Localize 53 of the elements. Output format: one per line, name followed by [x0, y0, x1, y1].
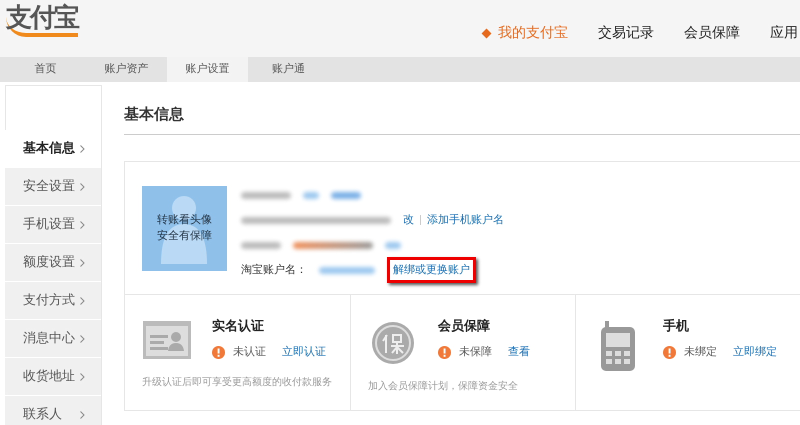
link[interactable]: 立即认证 [282, 344, 326, 360]
field-label: 淘宝账户名： [241, 262, 307, 278]
status-text: 未保障 [459, 344, 492, 360]
link[interactable]: 改 [403, 212, 414, 228]
subnav-tab[interactable]: 账户通 [248, 57, 329, 82]
mobile-phone-icon [601, 320, 635, 370]
chevron-icon [80, 334, 85, 342]
link[interactable]: 查看 [508, 344, 530, 360]
redacted-text [331, 192, 361, 198]
sidebar-item[interactable]: 联系人 [5, 396, 101, 425]
redacted-text [385, 242, 401, 248]
seal-icon [371, 320, 415, 364]
warning-icon [212, 346, 225, 359]
chevron-icon [80, 372, 85, 380]
subnav-tab[interactable]: 首页 [5, 57, 86, 82]
subnav-tab[interactable]: 账户资产 [86, 57, 167, 82]
card-description: 升级认证后即可享受更高额度的收付款服务 [142, 376, 333, 390]
chevron-icon [80, 296, 85, 304]
highlighted-link[interactable]: 解绑或更换账户 [387, 256, 476, 284]
nav-tab[interactable]: 会员保障 [684, 23, 740, 44]
status-text: 未认证 [233, 344, 266, 360]
card-description: 加入会员保障计划，保障资金安全 [368, 380, 519, 394]
nav-tab[interactable]: 交易记录 [598, 23, 654, 44]
card-title: 手机 [663, 318, 690, 336]
link[interactable]: 立即绑定 [733, 344, 777, 360]
status-text: 未绑定 [684, 344, 717, 360]
avatar[interactable]: 转账看头像安全有保障 [142, 186, 227, 270]
redacted-text [241, 242, 281, 248]
warning-icon [663, 346, 676, 359]
redacted-text [319, 266, 375, 274]
sidebar-item[interactable]: 安全设置 [5, 168, 101, 205]
redacted-text [241, 192, 291, 198]
sidebar-item[interactable]: 支付方式 [5, 282, 101, 319]
card-title: 会员保障 [438, 318, 491, 336]
chevron-icon [80, 258, 85, 266]
page-title: 基本信息 [124, 103, 800, 134]
subnav-tab[interactable]: 账户设置 [167, 57, 248, 82]
sidebar-item[interactable]: 收货地址 [5, 358, 101, 395]
card-title: 实名认证 [212, 318, 265, 336]
chevron-icon [80, 220, 85, 228]
warning-icon [438, 346, 451, 359]
chevron-icon [80, 182, 85, 190]
nav-tab[interactable]: 应用 [770, 23, 798, 44]
avatar-caption: 转账看头像安全有保障 [156, 212, 213, 244]
id-card-icon [143, 320, 191, 358]
link[interactable]: 添加手机账户名 [427, 212, 504, 228]
sidebar-item[interactable]: 消息中心 [5, 320, 101, 357]
redacted-text [303, 192, 319, 198]
logo[interactable]: 支付宝 [6, 4, 78, 36]
chevron-icon [80, 410, 85, 418]
sidebar-item[interactable]: 额度设置 [5, 244, 101, 281]
chevron-icon [80, 144, 85, 152]
sidebar-item[interactable]: 手机设置 [5, 206, 101, 243]
